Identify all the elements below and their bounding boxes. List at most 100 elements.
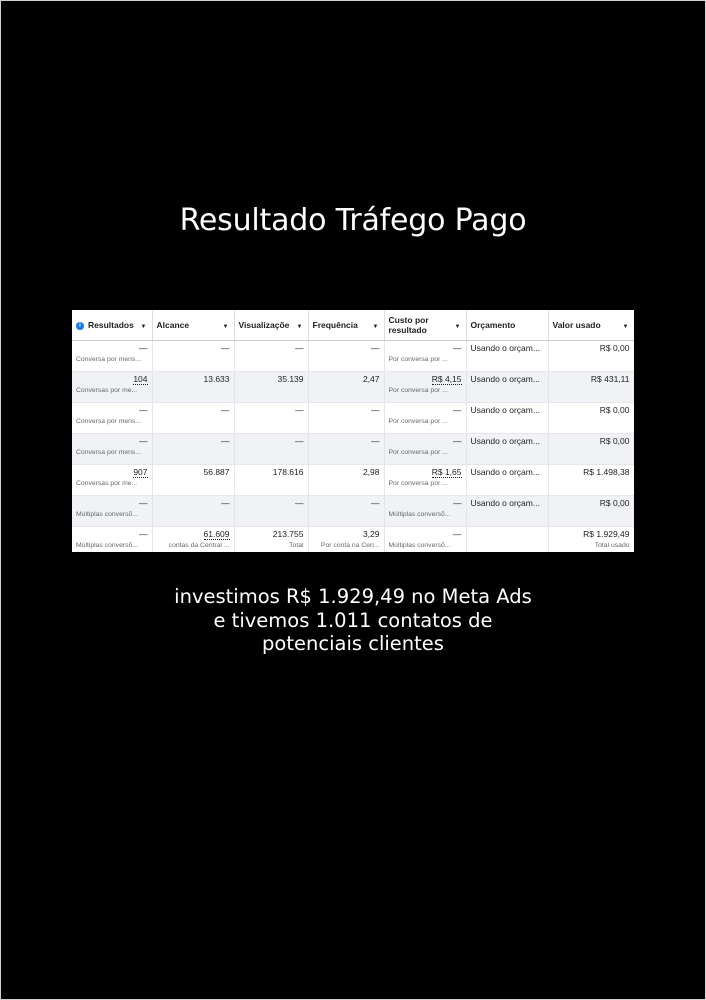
table-totals-row[interactable]: — Múltiplas conversõ... 61.609 contas da Ce… [72, 526, 634, 552]
column-header-frequencia[interactable]: Frequência ▼ [308, 310, 385, 341]
cell-value: — [139, 436, 148, 446]
cell-orcamento: Usando o orçam... [466, 433, 549, 465]
table-row[interactable]: — Conversa por mens... — — — — Por conversa po… [72, 433, 634, 465]
column-header-resultados[interactable]: i Resultados ▼ [72, 310, 153, 341]
summary-caption: investimos R$ 1.929,49 no Meta Ads e tiv… [0, 585, 706, 656]
cell-value: Usando o orçam... [470, 436, 540, 446]
table-row[interactable]: — Conversa por mens... — — — — Por conversa po… [72, 402, 634, 434]
table-row[interactable]: 907 Conversas por me... 56.887 178.616 2,98 R… [72, 464, 634, 496]
cell-subtext: Múltiplas conversõ... [76, 542, 138, 549]
cell-value: — [453, 436, 462, 446]
cell-subtext: Por conversa por ... [388, 356, 448, 363]
cell-value: 104 [133, 374, 148, 385]
cell-subtext: Por conta na Cen... [320, 542, 380, 549]
sort-caret-icon[interactable]: ▼ [297, 322, 303, 332]
cell-value: Usando o orçam... [470, 405, 540, 415]
cell-custo: R$ 1,65 Por conversa por ... [384, 464, 467, 496]
cell-valor: R$ 0,00 [548, 402, 634, 434]
cell-value: — [139, 498, 148, 508]
sort-caret-icon[interactable]: ▼ [141, 322, 147, 332]
cell-value: 3,29 [362, 529, 380, 539]
cell-frequencia: 2,47 [308, 371, 385, 403]
caption-line: investimos R$ 1.929,49 no Meta Ads [174, 585, 532, 608]
info-icon[interactable]: i [76, 321, 84, 330]
cell-value: — [371, 498, 380, 508]
cell-orcamento: Usando o orçam... [466, 495, 549, 527]
cell-value: 213.755 [272, 529, 304, 539]
sort-caret-icon[interactable]: ▼ [623, 322, 629, 332]
cell-value: 13.633 [203, 374, 230, 384]
cell-alcance: — [152, 340, 235, 372]
caption-line: potenciais clientes [262, 632, 444, 655]
cell-alcance: — [152, 495, 235, 527]
cell-custo: — Por conversa por ... [384, 433, 467, 465]
cell-valor: R$ 1.498,38 [548, 464, 634, 496]
cell-subtext: Total [289, 542, 304, 549]
cell-value: — [139, 529, 148, 539]
table-row[interactable]: — Conversa por mens... — — — — Por conversa po… [72, 340, 634, 372]
cell-subtext: Múltiplas conversõ... [388, 511, 451, 518]
cell-value: R$ 1.498,38 [583, 467, 630, 477]
cell-orcamento: Usando o orçam... [466, 464, 549, 496]
cell-subtext: Conversa por mens... [76, 418, 141, 425]
cell-custo: — Por conversa por ... [384, 340, 467, 372]
cell-subtext: Por conversa por ... [388, 418, 448, 425]
cell-value: — [221, 498, 230, 508]
cell-visualizacoes: — [234, 340, 309, 372]
cell-value: R$ 1,65 [431, 467, 462, 478]
column-header-custo[interactable]: Custo por resultado ▼ [384, 310, 467, 341]
cell-value: R$ 0,00 [599, 343, 630, 353]
ads-results-table: i Resultados ▼ Alcance ▼ Visualizaçõe ▼ Freq… [72, 310, 634, 552]
cell-alcance: — [152, 402, 235, 434]
cell-frequencia: — [308, 495, 385, 527]
cell-value: R$ 0,00 [599, 436, 630, 446]
sort-caret-icon[interactable]: ▼ [223, 322, 229, 332]
cell-subtext: Conversa por mens... [76, 449, 141, 456]
cell-value: Usando o orçam... [470, 374, 540, 384]
cell-visualizacoes: 178.616 [234, 464, 309, 496]
cell-subtext: Por conversa por ... [388, 449, 448, 456]
cell-subtext: Múltiplas conversõ... [76, 511, 138, 518]
cell-value: — [453, 343, 462, 353]
cell-orcamento: Usando o orçam... [466, 340, 549, 372]
cell-orcamento [466, 526, 549, 552]
cell-frequencia: — [308, 340, 385, 372]
column-header-orcamento[interactable]: Orçamento [466, 310, 549, 341]
cell-custo: — Múltiplas conversõ... [384, 495, 467, 527]
cell-valor: R$ 1.929,49 Total usado [548, 526, 634, 552]
cell-alcance: 61.609 contas da Central ... [152, 526, 235, 552]
cell-valor: R$ 0,00 [548, 340, 634, 372]
cell-resultados: — Múltiplas conversõ... [72, 495, 153, 527]
column-header-visualizacoes[interactable]: Visualizaçõe ▼ [234, 310, 309, 341]
table-row[interactable]: — Múltiplas conversõ... — — — — Múltiplas conv… [72, 495, 634, 527]
cell-value: — [221, 405, 230, 415]
cell-subtext: Total usado [594, 542, 630, 549]
cell-value: — [295, 343, 304, 353]
cell-value: — [371, 343, 380, 353]
table-body: — Conversa por mens... — — — — Por conversa po… [72, 340, 634, 552]
cell-value: — [221, 436, 230, 446]
cell-valor: R$ 431,11 [548, 371, 634, 403]
sort-caret-icon[interactable]: ▼ [455, 322, 461, 332]
cell-value: 2,98 [362, 467, 380, 477]
ads-results-table-screenshot: i Resultados ▼ Alcance ▼ Visualizaçõe ▼ Freq… [72, 310, 634, 552]
table-header-row: i Resultados ▼ Alcance ▼ Visualizaçõe ▼ Freq… [72, 310, 634, 341]
cell-custo: R$ 4,15 Por conversa por ... [384, 371, 467, 403]
cell-value: Usando o orçam... [470, 498, 540, 508]
cell-value: — [139, 343, 148, 353]
cell-value: — [453, 405, 462, 415]
cell-value: R$ 1.929,49 [583, 529, 630, 539]
cell-visualizacoes: — [234, 402, 309, 434]
cell-subtext: Por conversa por ... [388, 480, 448, 487]
table-row[interactable]: 104 Conversas por me... 13.633 35.139 2,47 R$… [72, 371, 634, 403]
column-header-alcance[interactable]: Alcance ▼ [152, 310, 235, 341]
column-header-valor-usado[interactable]: Valor usado ▼ [548, 310, 634, 341]
cell-subtext: Conversas por me... [76, 480, 138, 487]
cell-value: Usando o orçam... [470, 343, 540, 353]
cell-frequencia: 3,29 Por conta na Cen... [308, 526, 385, 552]
cell-resultados: 907 Conversas por me... [72, 464, 153, 496]
cell-value: — [295, 436, 304, 446]
cell-custo: — Múltiplas conversõ... [384, 526, 467, 552]
cell-orcamento: Usando o orçam... [466, 371, 549, 403]
sort-caret-icon[interactable]: ▼ [373, 322, 379, 332]
